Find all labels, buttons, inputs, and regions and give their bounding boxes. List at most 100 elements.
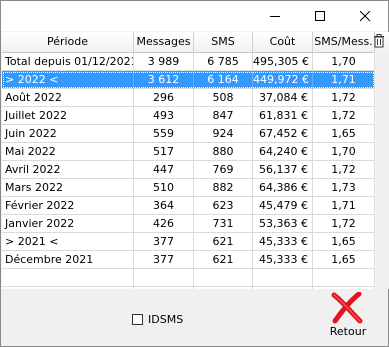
cell-cout: 61,831 €: [253, 107, 313, 125]
cell-messages: 364: [134, 197, 194, 215]
title-bar: [1, 1, 388, 31]
cell-sms: 621: [194, 251, 253, 269]
table-row[interactable]: Août 2022 296 508 37,084 €1,72: [2, 89, 389, 107]
cell-ratio: 1,65: [313, 251, 375, 269]
stats-window: Période Messages SMS Coût SMS/Mess. Tota…: [0, 0, 389, 347]
maximize-icon: [315, 11, 325, 21]
cell-cout: 37,084 €: [253, 89, 313, 107]
cell-ratio: 1,72: [313, 107, 375, 125]
table-row[interactable]: Février 2022 364 623 45,479 €1,71: [2, 197, 389, 215]
table-row[interactable]: > 2021 <377 621 45,333 €1,65: [2, 233, 389, 251]
red-x-icon: [331, 292, 363, 324]
column-header-ratio[interactable]: SMS/Mess.: [313, 32, 375, 52]
cell-periode: Juillet 2022: [2, 107, 134, 125]
retour-label: Retour: [329, 325, 367, 338]
cell-sms: 769: [194, 161, 253, 179]
empty-column-gridline: [252, 269, 253, 289]
cell-periode: Février 2022: [2, 197, 134, 215]
minimize-button[interactable]: [253, 1, 298, 31]
column-header-sms[interactable]: SMS: [194, 32, 253, 52]
cell-sms: 924: [194, 125, 253, 143]
cell-cout: 56,137 €: [253, 161, 313, 179]
cell-sms: 847: [194, 107, 253, 125]
cell-messages: 447: [134, 161, 194, 179]
cell-sms: 621: [194, 233, 253, 251]
cell-periode: Décembre 2021: [2, 251, 134, 269]
cell-ratio: 1,72: [313, 215, 375, 233]
table-row[interactable]: Janvier 2022 426 731 53,363 €1,72: [2, 215, 389, 233]
cell-ratio: 1,73: [313, 179, 375, 197]
cell-messages: 426: [134, 215, 194, 233]
cell-sms: 880: [194, 143, 253, 161]
column-header-periode[interactable]: Période: [2, 32, 134, 52]
cell-ratio: 1,65: [313, 233, 375, 251]
cell-cout: 64,386 €: [253, 179, 313, 197]
cell-cout: 45,333 €: [253, 233, 313, 251]
table-row[interactable]: Décembre 2021 377 621 45,333 €1,65: [2, 251, 389, 269]
cell-periode: Avril 2022: [2, 161, 134, 179]
bottom-bar: IDSMS Retour: [2, 290, 389, 347]
table-row[interactable]: Juin 2022 559 924 67,452 €1,65: [2, 125, 389, 143]
cell-ratio: 1,65: [313, 125, 375, 143]
cell-messages: 3 989: [134, 53, 194, 71]
cell-periode: Août 2022: [2, 89, 134, 107]
cell-messages: 296: [134, 89, 194, 107]
cell-periode: Juin 2022: [2, 125, 134, 143]
cell-messages: 517: [134, 143, 194, 161]
cell-cout: 53,363 €: [253, 215, 313, 233]
cell-cout: 45,479 €: [253, 197, 313, 215]
cell-messages: 493: [134, 107, 194, 125]
retour-button[interactable]: Retour: [320, 292, 376, 344]
table-row[interactable]: Avril 2022 447 769 56,137 €1,72: [2, 161, 389, 179]
minimize-icon: [270, 16, 280, 17]
cell-sms: 882: [194, 179, 253, 197]
cell-periode: > 2022 <: [2, 71, 134, 89]
cell-ratio: 1,70: [313, 53, 375, 71]
cell-periode: > 2021 <: [2, 233, 134, 251]
cell-messages: 510: [134, 179, 194, 197]
column-header-cout[interactable]: Coût: [253, 32, 313, 52]
cell-messages: 377: [134, 251, 194, 269]
cell-sms: 6 164: [194, 71, 253, 89]
trash-icon[interactable]: [372, 34, 388, 50]
close-icon: [360, 11, 371, 22]
cell-periode: Janvier 2022: [2, 215, 134, 233]
cell-periode: Total depuis 01/12/2021: [2, 53, 134, 71]
cell-cout: 495,305 €: [253, 53, 313, 71]
idsms-checkbox-group[interactable]: IDSMS: [132, 312, 183, 326]
maximize-button[interactable]: [298, 1, 343, 31]
table-row[interactable]: Mars 2022 510 882 64,386 €1,73: [2, 179, 389, 197]
cell-messages: 559: [134, 125, 194, 143]
cell-cout: 45,333 €: [253, 251, 313, 269]
cell-periode: Mars 2022: [2, 179, 134, 197]
table-header: Période Messages SMS Coût SMS/Mess.: [2, 32, 389, 53]
cell-ratio: 1,72: [313, 161, 375, 179]
cell-messages: 3 612: [134, 71, 194, 89]
empty-column-gridline: [193, 269, 194, 289]
close-button[interactable]: [343, 1, 388, 31]
cell-periode: Mai 2022: [2, 143, 134, 161]
cell-cout: 67,452 €: [253, 125, 313, 143]
cell-messages: 377: [134, 233, 194, 251]
column-header-messages[interactable]: Messages: [134, 32, 194, 52]
table-row[interactable]: Mai 2022 517 880 64,240 €1,70: [2, 143, 389, 161]
cell-cout: 449,972 €: [253, 71, 313, 89]
cell-sms: 623: [194, 197, 253, 215]
cell-cout: 64,240 €: [253, 143, 313, 161]
empty-row-gridline: [2, 286, 374, 287]
cell-ratio: 1,71: [313, 197, 375, 215]
vertical-scrollbar[interactable]: [374, 52, 389, 289]
table-row[interactable]: Juillet 2022 493 847 61,831 €1,72: [2, 107, 389, 125]
cell-ratio: 1,72: [313, 89, 375, 107]
cell-ratio: 1,70: [313, 143, 375, 161]
stats-table: Période Messages SMS Coût SMS/Mess. Tota…: [2, 32, 389, 289]
table-row-selected[interactable]: > 2022 <3 612 6 164 449,972 €1,71: [2, 71, 389, 89]
cell-sms: 6 785: [194, 53, 253, 71]
table-row[interactable]: Total depuis 01/12/2021 3 989 6 785 495,305…: [2, 53, 389, 71]
idsms-checkbox-label: IDSMS: [148, 312, 184, 326]
cell-sms: 508: [194, 89, 253, 107]
idsms-checkbox[interactable]: [132, 313, 143, 325]
empty-column-gridline: [312, 269, 313, 289]
cell-sms: 731: [194, 215, 253, 233]
empty-column-gridline: [133, 269, 134, 289]
